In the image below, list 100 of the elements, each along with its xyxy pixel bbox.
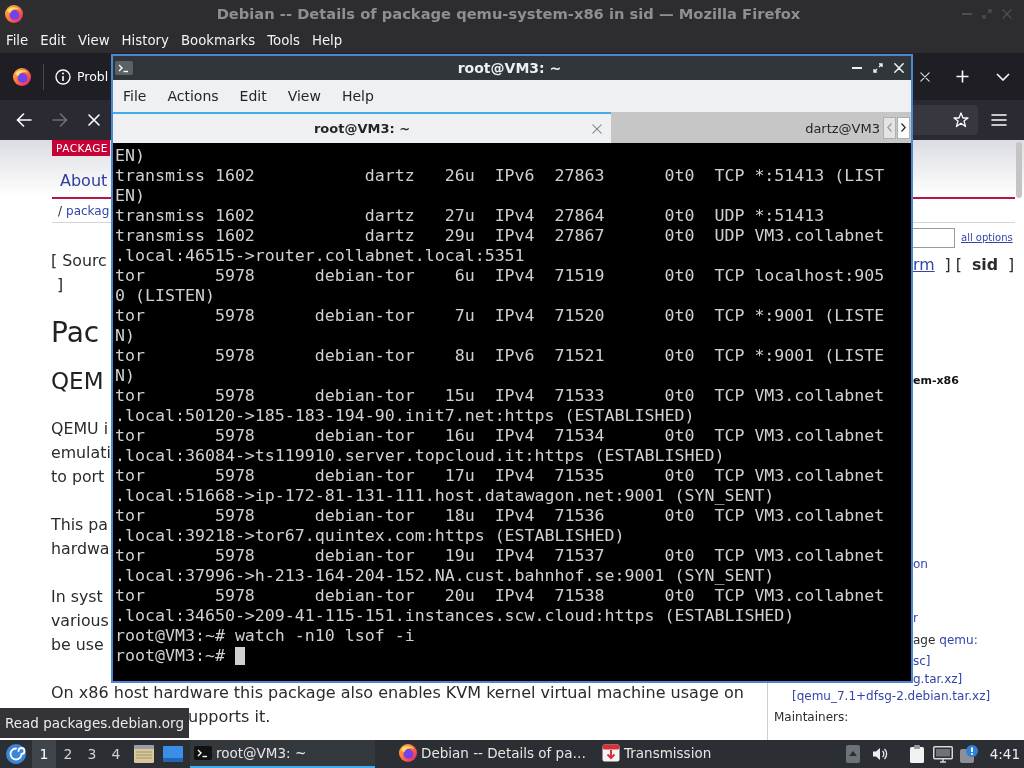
paragraph-text: On x86 host hardware this package also enables KVM kernel virtual machine usage on <box>51 682 744 704</box>
scroll-right-button[interactable] <box>897 116 910 139</box>
terminal-line: tor 5978 debian-tor 15u IPv4 71533 0t0 TCP VM3.collabnet <box>115 386 885 406</box>
terminal-line: tor 5978 debian-tor 17u IPv4 71535 0t0 TCP VM3.collabnet <box>115 466 885 486</box>
paragraph-text: be use <box>51 634 104 656</box>
terminal-line: .local:34650->209-41-115-151.instances.scw.cloud:https (ESTABLISHED) <box>115 606 795 626</box>
terminal-line: tor 5978 debian-tor 7u IPv4 71520 0t0 TCP *:9001 (LISTE <box>115 306 885 326</box>
terminal-line: root@VM3:~# watch -n10 lsof -i <box>115 626 415 646</box>
nav-link[interactable]: About <box>60 171 108 191</box>
page-heading: Pac <box>51 315 100 351</box>
menu-item[interactable]: File <box>0 30 35 51</box>
sidebar-link[interactable]: g.tar.xz] <box>913 671 963 687</box>
terminal-line: .local:39218->tor67.quintex.com:https (ESTABLISHED) <box>115 526 625 546</box>
window-title: Debian -- Details of package qemu-system-x86 in sid — Mozilla Firefox <box>216 4 801 24</box>
browser-tab[interactable]: Probl <box>55 67 109 86</box>
terminal-line: tor 5978 debian-tor 8u IPv6 71521 0t0 TCP *:9001 (LISTE <box>115 346 885 366</box>
swirl-logo-icon[interactable] <box>6 744 26 764</box>
menu-item[interactable]: History <box>115 30 175 51</box>
chevron-down-icon[interactable] <box>996 72 1010 81</box>
info-icon <box>55 68 71 85</box>
current-suite: sid <box>971 254 999 277</box>
chevron-left-icon <box>887 123 892 132</box>
menu-item[interactable]: Actions <box>167 86 219 106</box>
workspace-button[interactable]: 2 <box>56 740 80 768</box>
menu-icon[interactable] <box>991 114 1007 126</box>
sidebar-link[interactable]: qemu: <box>939 633 978 647</box>
clock-text: 4:41 <box>989 744 1020 764</box>
menu-item[interactable]: Help <box>305 30 349 51</box>
status-tooltip: Read packages.debian.org <box>0 708 189 738</box>
arrow-left-icon[interactable] <box>16 113 32 127</box>
terminal-line: .local:50120->185-183-194-90.init7.net:https (ESTABLISHED) <box>115 406 695 426</box>
terminal-line: tor 5978 debian-tor 19u IPv4 71537 0t0 TCP VM3.collabnet <box>115 546 885 566</box>
menu-item[interactable]: File <box>123 86 147 106</box>
window-title: root@VM3: ~ <box>457 59 562 77</box>
workspace-button[interactable]: 3 <box>80 740 104 768</box>
browser-logo-icon <box>5 5 23 23</box>
search-field[interactable] <box>913 228 955 248</box>
paragraph-text: In syst <box>51 586 103 608</box>
arrow-right-icon[interactable] <box>52 113 68 127</box>
arrow-up-icon[interactable] <box>845 745 860 763</box>
paragraph-text: This pa <box>51 514 108 536</box>
terminal-line: .local:51668->ip-172-81-131-111.host.datawagon.net:9001 (SYN_SENT) <box>115 486 775 506</box>
terminal-line: 0 (LISTEN) <box>115 286 215 306</box>
clipboard-icon[interactable] <box>909 745 924 763</box>
plus-icon[interactable] <box>956 70 969 83</box>
taskbar-task[interactable]: Debian -- Details of pa… <box>395 740 595 768</box>
terminal-line: .local:36084->ts119910.server.topcloud.it:https (ESTABLISHED) <box>115 446 725 466</box>
site-banner: PACKAGE <box>52 140 110 156</box>
monitor-icon[interactable] <box>932 745 953 763</box>
terminal-line: tor 5978 debian-tor 6u IPv4 71519 0t0 TCP localhost:905 <box>115 266 885 286</box>
source-text: ] <box>57 274 64 296</box>
speaker-icon[interactable] <box>871 746 888 762</box>
terminal-prompt: root@VM3:~# <box>115 646 225 666</box>
sidebar-link[interactable]: r <box>913 610 918 626</box>
sidebar-link[interactable]: sc] <box>913 653 931 669</box>
menu-item[interactable]: Edit <box>34 30 72 51</box>
bracket-text: ] <box>1008 254 1015 277</box>
terminal-line: N) <box>115 326 135 346</box>
workspace-button[interactable]: 4 <box>104 740 128 768</box>
terminal-icon <box>194 745 212 761</box>
paragraph-text: various <box>51 610 109 632</box>
bracket-text: ] [ <box>944 254 962 277</box>
sidebar-link[interactable]: on <box>913 556 928 572</box>
options-link[interactable]: all options <box>961 231 1013 245</box>
terminal-line: EN) <box>115 186 145 206</box>
terminal-line: N) <box>115 366 135 386</box>
terminal-line: tor 5978 debian-tor 16u IPv4 71534 0t0 TCP VM3.collabnet <box>115 426 885 446</box>
workspace-button[interactable]: 1 <box>32 740 56 768</box>
chevron-right-icon <box>901 123 906 132</box>
terminal-line: .local:37996->h-213-164-204-152.NA.cust.bahnhof.se:9001 (SYN_SENT) <box>115 566 775 586</box>
sidebar-label: Maintainers: <box>774 709 849 725</box>
browser-logo-icon <box>399 744 417 762</box>
terminal-line: transmiss 1602 dartz 26u IPv6 27863 0t0 TCP *:51413 (LIST <box>115 166 885 186</box>
download-box-icon <box>602 744 620 762</box>
menu-item[interactable]: Bookmarks <box>174 30 262 51</box>
suite-link[interactable]: rm <box>913 253 935 277</box>
menu-item[interactable]: Help <box>341 86 374 106</box>
taskbar-task[interactable]: Transmission <box>598 740 716 768</box>
taskbar-task[interactable]: root@VM3: ~ <box>190 740 375 768</box>
breadcrumb-link[interactable]: packag <box>66 203 110 218</box>
star-icon[interactable] <box>953 112 969 128</box>
terminal-tab[interactable]: dartz@VM3 <box>611 112 883 143</box>
alert-icon[interactable] <box>959 745 978 763</box>
sidebar-heading: em-x86 <box>913 373 959 389</box>
browser-logo-icon <box>12 67 31 86</box>
terminal-icon <box>115 61 133 75</box>
menu-item[interactable]: View <box>287 86 321 106</box>
address-field[interactable] <box>913 105 978 135</box>
terminal-line: transmiss 1602 dartz 27u IPv4 27864 0t0 UDP *:51413 <box>115 206 825 226</box>
paragraph-text: emulati <box>51 442 111 464</box>
terminal-line: transmiss 1602 dartz 29u IPv4 27867 0t0 UDP VM3.collabnet <box>115 226 885 246</box>
paragraph-text: upports it. <box>188 706 271 728</box>
sidebar-link[interactable]: [qemu_7.1+dfsg-2.debian.tar.xz] <box>792 688 991 704</box>
menu-item[interactable]: Edit <box>239 86 267 106</box>
menu-item[interactable]: View <box>72 30 116 51</box>
terminal-line: tor 5978 debian-tor 20u IPv4 71538 0t0 TCP VM3.collabnet <box>115 586 885 606</box>
restore-icon[interactable] <box>873 63 883 73</box>
terminal-line: EN) <box>115 146 145 166</box>
breadcrumb-text: / packag <box>58 202 110 219</box>
menu-item[interactable]: Tools <box>261 30 306 51</box>
